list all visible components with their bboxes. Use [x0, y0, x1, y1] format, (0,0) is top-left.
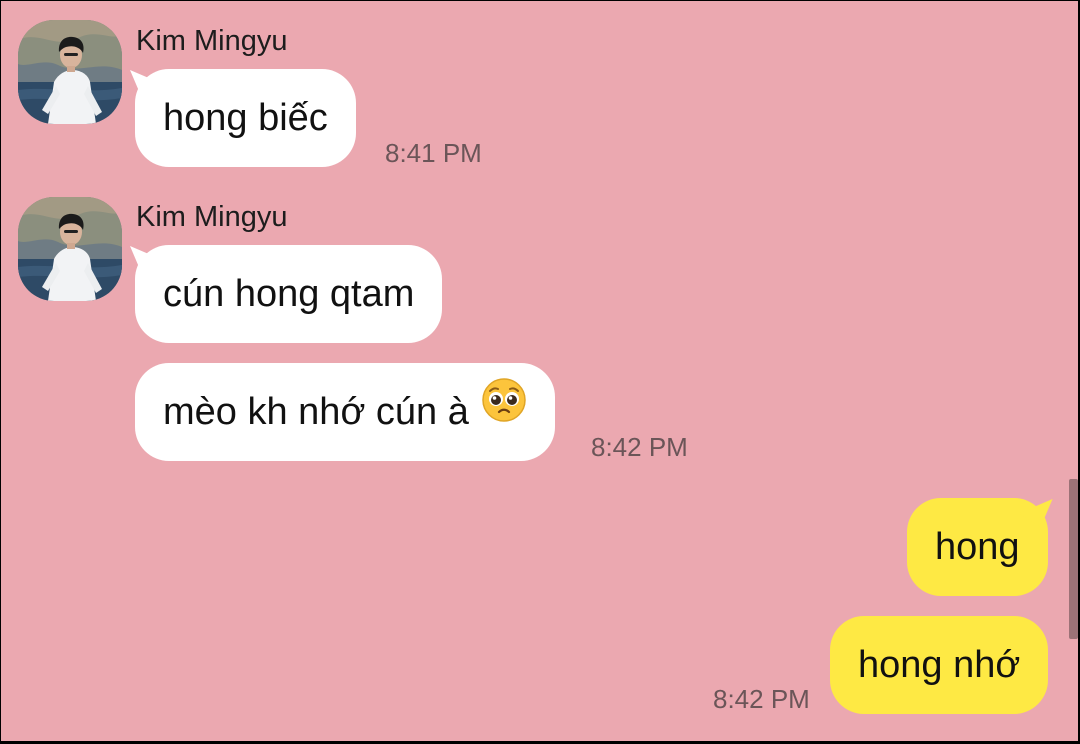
message-bubble[interactable]: mèo kh nhớ cún à — [135, 363, 555, 461]
message-timestamp: 8:42 PM — [591, 432, 688, 462]
avatar[interactable] — [18, 197, 122, 301]
pleading-face-icon — [481, 362, 527, 460]
message-timestamp: 8:41 PM — [385, 138, 482, 168]
sender-name: Kim Mingyu — [136, 201, 288, 233]
message-text: hong biếc — [163, 97, 328, 139]
message-bubble-outgoing[interactable]: hong — [907, 498, 1048, 596]
avatar-photo — [18, 197, 122, 301]
message-text: cún hong qtam — [163, 273, 415, 315]
message-text: hong — [935, 526, 1020, 568]
message-bubble[interactable]: hong biếc — [135, 69, 356, 167]
message-bubble-outgoing[interactable]: hong nhớ — [830, 616, 1049, 714]
message-text: mèo kh nhớ cún à — [163, 391, 469, 433]
chat-screen: Kim Mingyu hong biếc 8:41 PM Kim Mingyu … — [1, 1, 1078, 741]
message-bubble[interactable]: cún hong qtam — [135, 245, 443, 343]
message-text: hong nhớ — [858, 644, 1021, 686]
message-timestamp: 8:42 PM — [713, 684, 810, 714]
avatar[interactable] — [18, 20, 122, 124]
avatar-photo — [18, 20, 122, 124]
scrollbar[interactable] — [1069, 479, 1078, 639]
sender-name: Kim Mingyu — [136, 25, 288, 57]
